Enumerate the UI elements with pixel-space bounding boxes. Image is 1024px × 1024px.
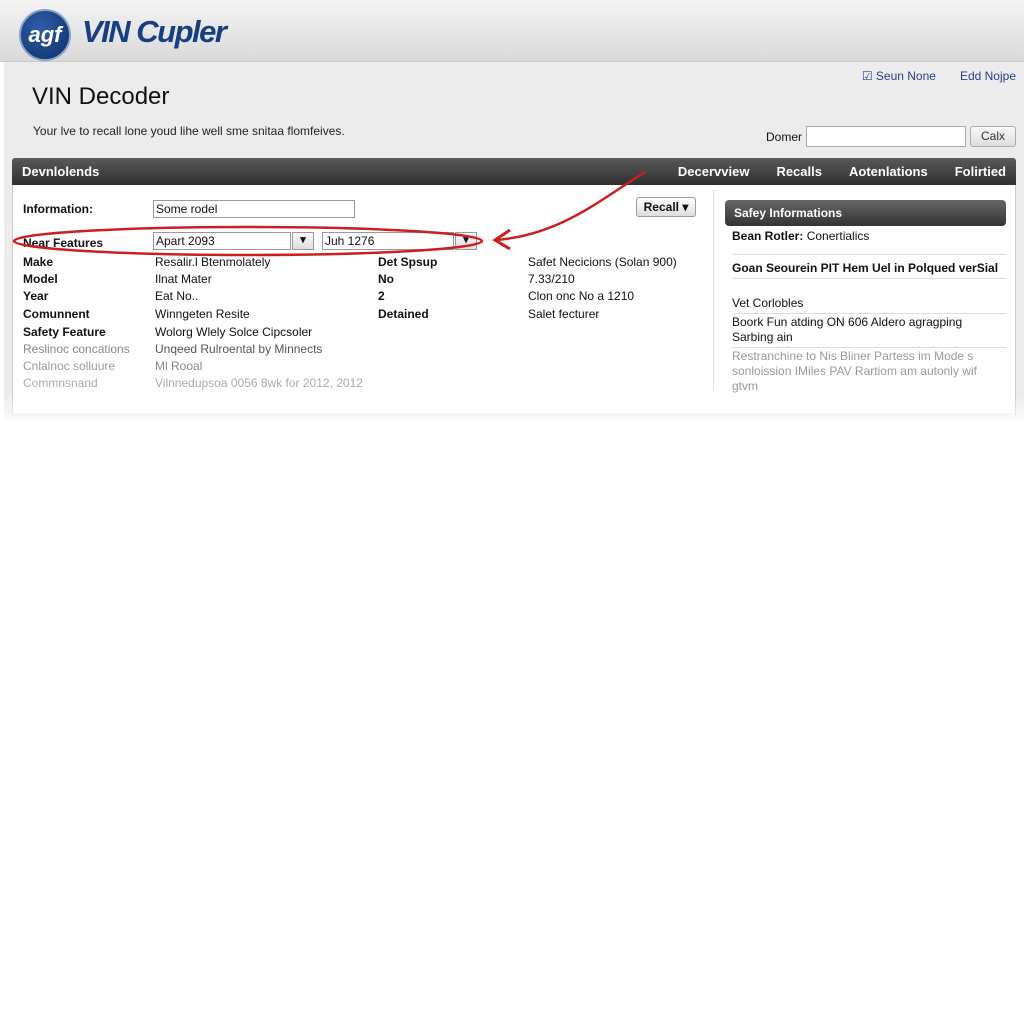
annotation-overlay — [12, 170, 646, 257]
highlight-ellipse — [12, 225, 484, 257]
annotation-arrow — [495, 170, 646, 242]
